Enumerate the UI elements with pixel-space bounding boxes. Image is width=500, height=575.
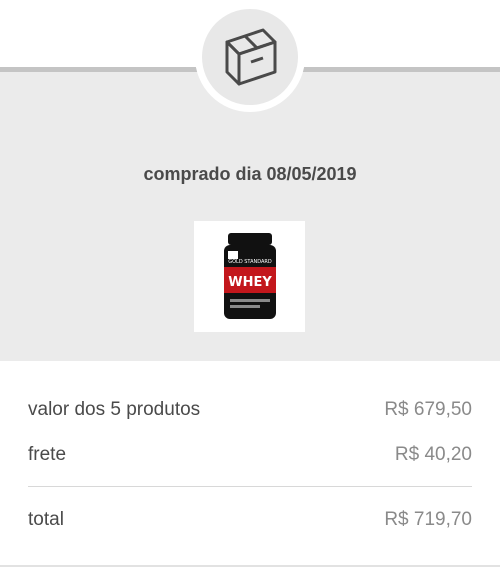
package-box-icon xyxy=(225,28,277,86)
jar-brand-text: GOLD STANDARD xyxy=(228,259,272,265)
purchase-date: comprado dia 08/05/2019 xyxy=(143,164,357,184)
total-row: total R$ 719,70 xyxy=(28,509,472,531)
total-label: total xyxy=(28,509,64,530)
products-row: valor dos 5 produtos R$ 679,50 xyxy=(28,399,472,421)
badge-inner xyxy=(202,9,298,105)
shipping-amount: R$ 40,20 xyxy=(394,444,472,465)
products-label: valor dos 5 produtos xyxy=(28,399,201,420)
order-status-badge xyxy=(195,2,305,112)
shipping-label: frete xyxy=(28,444,67,465)
order-detail-page: comprado dia 08/05/2019 GOLD STANDARD WH… xyxy=(0,0,500,575)
shipping-row: frete R$ 40,20 xyxy=(28,444,472,466)
jar-name-text: WHEY xyxy=(228,275,272,290)
summary-divider xyxy=(28,486,472,487)
total-amount: R$ 719,70 xyxy=(384,509,472,530)
product-thumbnail[interactable]: GOLD STANDARD WHEY xyxy=(194,221,305,332)
bottom-divider xyxy=(0,565,500,567)
whey-protein-jar-image: GOLD STANDARD WHEY xyxy=(223,232,276,319)
products-amount: R$ 679,50 xyxy=(384,399,472,420)
